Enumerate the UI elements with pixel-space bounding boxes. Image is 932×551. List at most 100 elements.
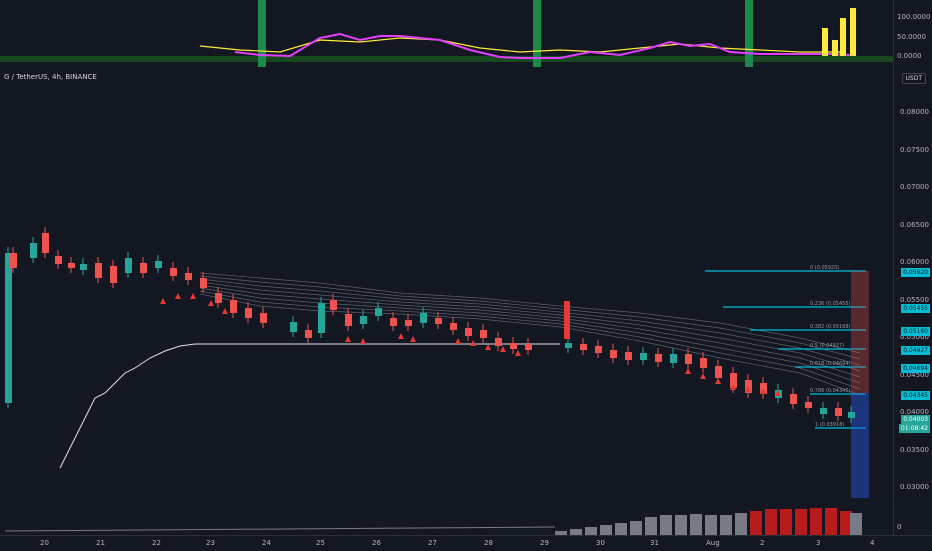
volume-bar (720, 515, 732, 535)
osc-base-band (0, 56, 894, 62)
date-label: 2 (760, 539, 765, 547)
candle-body (435, 318, 442, 324)
osc-axis-0: 0.0000 (897, 52, 922, 60)
td-sell-arrow (455, 338, 461, 344)
td-sell-arrow (160, 298, 166, 304)
candle-body (685, 354, 692, 364)
fib-level-label: 0.5 (0.04927) (810, 343, 844, 349)
td-sell-arrow (685, 368, 691, 374)
date-label: 23 (206, 539, 215, 547)
candle-body (565, 343, 572, 348)
candle-body (68, 263, 75, 268)
candle-body (700, 358, 707, 368)
candle-body (835, 408, 842, 416)
projection-blue (851, 393, 869, 498)
candle-body (80, 264, 87, 270)
candle-body (805, 402, 812, 408)
candle-body (42, 233, 49, 253)
candle-body (330, 300, 337, 310)
candle-body (245, 308, 252, 318)
osc-histogram-bar (832, 40, 838, 56)
volume-bar (630, 521, 642, 535)
date-label: 26 (372, 539, 381, 547)
candle-body (420, 313, 427, 323)
countdown-label: 01:08:42 (899, 424, 930, 433)
currency-badge[interactable]: USDT (901, 73, 926, 84)
volume-bar (615, 523, 627, 535)
candle-body (480, 330, 487, 338)
date-label: 27 (428, 539, 437, 547)
osc-signal-bar (258, 0, 266, 67)
volume-line (4, 526, 556, 532)
osc-histogram-bar (850, 8, 856, 56)
volume-bar (850, 513, 862, 535)
candle-body (30, 243, 37, 258)
price-tick: 0.06000 (900, 258, 929, 266)
date-label: 29 (540, 539, 549, 547)
fib-price-box: 0.05920 (901, 268, 930, 277)
price-tick: 0.07500 (900, 145, 929, 154)
candle-body (375, 308, 382, 316)
candle-body (625, 352, 632, 360)
candle-body (465, 328, 472, 336)
volume-bar (660, 515, 672, 535)
candle-body (495, 338, 502, 346)
candle-body (820, 408, 827, 414)
td-sell-arrow (190, 293, 196, 299)
price-tick: 0.07000 (900, 183, 929, 191)
oscillator-axis[interactable]: 100.0000 50.0000 0.0000 (893, 0, 932, 67)
candle-body (110, 266, 117, 283)
osc-line (234, 32, 851, 59)
osc-histogram-bar (822, 28, 828, 56)
candle-body (55, 256, 62, 264)
candle-body (525, 344, 532, 350)
ma-ribbon-line (199, 281, 861, 372)
price-tick: 0.08000 (900, 108, 929, 116)
candle-body (848, 412, 855, 418)
candle-body (640, 353, 647, 360)
candle-body (595, 346, 602, 353)
candle-body (215, 293, 222, 303)
candle-body (200, 278, 207, 288)
candle-body (155, 261, 162, 268)
td-sell-arrow (700, 373, 706, 379)
projection-red (851, 271, 869, 393)
td-sell-arrow (515, 350, 521, 356)
candle-body (670, 354, 677, 363)
date-label: 21 (96, 539, 105, 547)
symbol-title[interactable]: G / TetherUS, 4h, BINANCE (4, 73, 97, 81)
price-axis[interactable]: USDT 0.08000 0.07500 0.07000 0.06500 0.06000… (893, 68, 932, 498)
candle-body (655, 354, 662, 362)
candle-body (580, 344, 587, 350)
oscillator-plot (0, 0, 894, 67)
date-label: 3 (816, 539, 821, 547)
fib-price-box: 0.05455 (901, 304, 930, 313)
volume-axis[interactable]: 0 (893, 499, 932, 535)
price-chart[interactable]: 0 (0.05920) 0.236 (0.05455) 0.382 (0.05168… (0, 68, 894, 498)
candle-body (185, 273, 192, 280)
volume-bar (645, 517, 657, 535)
baseline-line (59, 343, 560, 469)
candle-body (95, 263, 102, 278)
volume-bar (675, 515, 687, 535)
signal-marker (564, 301, 570, 339)
price-tick: 0.03000 (900, 483, 929, 491)
candle-body (10, 253, 17, 268)
price-tick: 0.06500 (900, 220, 929, 229)
candle-body (715, 366, 722, 378)
candle-body (450, 323, 457, 330)
date-label: 24 (262, 539, 271, 547)
date-label: 25 (316, 539, 325, 547)
fib-level-label: 0 (0.05920) (810, 265, 839, 271)
time-axis[interactable]: 20 21 22 23 24 25 26 27 28 29 30 31 Aug 2 3 4 (0, 535, 932, 551)
volume-bar (600, 525, 612, 535)
td-sell-arrow (345, 336, 351, 342)
volume-bar (705, 515, 717, 535)
candle-body (345, 314, 352, 326)
fib-price-box: 0.04694 (901, 364, 930, 373)
td-sell-arrow (470, 340, 476, 346)
candle-body (170, 268, 177, 276)
fib-level-label: 0.786 (0.04345) (810, 388, 851, 394)
candle-body (260, 313, 267, 323)
date-label: Aug (706, 539, 720, 547)
